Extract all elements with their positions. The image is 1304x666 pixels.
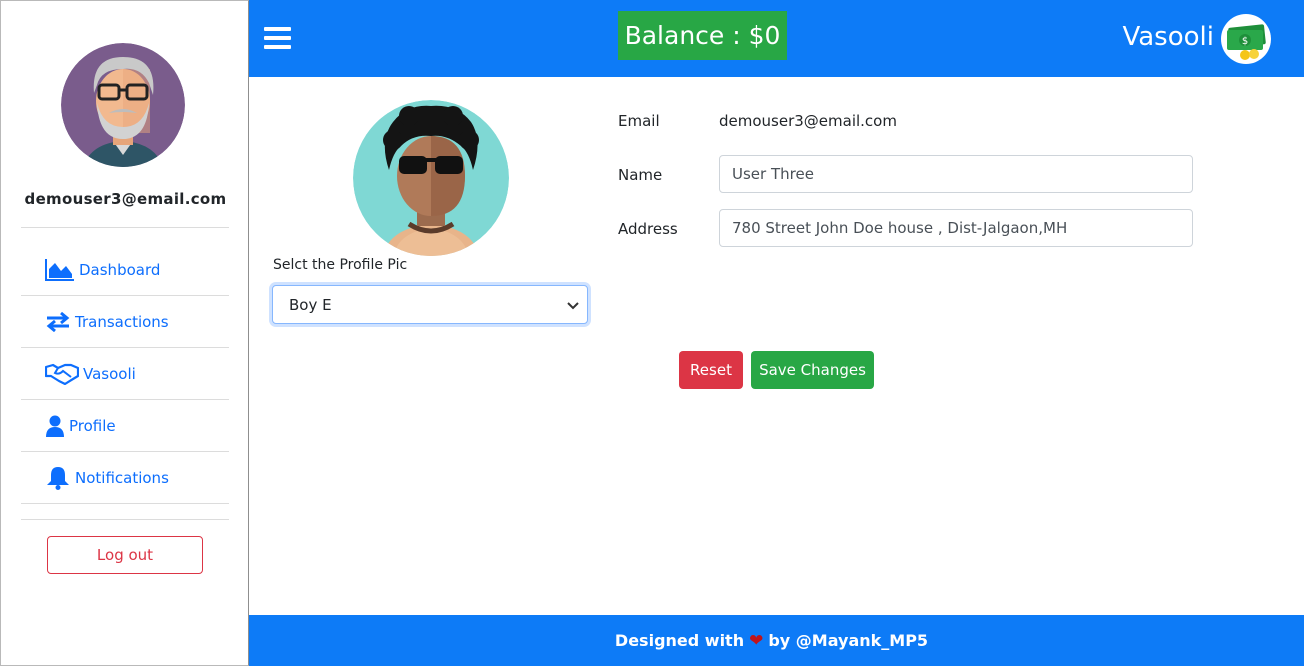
handshake-icon: [45, 363, 79, 385]
sidebar-divider: [21, 519, 229, 520]
balance-badge: Balance : $0: [618, 11, 787, 60]
address-label: Address: [618, 220, 678, 238]
avatar: [61, 43, 185, 167]
top-navbar: Balance : $0 Vasooli $: [249, 0, 1304, 77]
menu-toggle-icon[interactable]: [264, 27, 291, 51]
sidebar-item-label: Dashboard: [79, 260, 161, 279]
profile-pic-selected: Boy E: [289, 295, 332, 314]
footer: Designed with ❤ by @Mayank_MP5: [249, 615, 1304, 666]
email-value: demouser3@email.com: [719, 112, 897, 130]
footer-credit: by @Mayank_MP5: [768, 631, 929, 650]
sidebar-divider: [21, 227, 229, 228]
svg-text:$: $: [1242, 36, 1248, 47]
save-changes-button[interactable]: Save Changes: [751, 351, 874, 389]
app-root: demouser3@email.com Dashboard Transactio…: [0, 0, 1304, 666]
brand-name: Vasooli: [1122, 22, 1214, 52]
sidebar-item-transactions[interactable]: Transactions: [21, 296, 229, 348]
money-logo-icon: $: [1221, 14, 1271, 64]
logout-button[interactable]: Log out: [47, 536, 203, 574]
profile-pic-label: Selct the Profile Pic: [273, 257, 408, 273]
profile-picture: [353, 100, 509, 256]
address-field[interactable]: [719, 209, 1193, 247]
sidebar: demouser3@email.com Dashboard Transactio…: [0, 0, 249, 666]
chevron-down-icon: [567, 296, 579, 314]
sidebar-item-label: Vasooli: [83, 364, 136, 383]
sidebar-item-label: Profile: [69, 416, 116, 435]
email-label: Email: [618, 112, 660, 130]
name-field[interactable]: [719, 155, 1193, 193]
heart-icon: ❤: [749, 630, 764, 651]
exchange-arrows-icon: [45, 311, 71, 332]
sidebar-item-dashboard[interactable]: Dashboard: [21, 244, 229, 296]
bell-icon: [45, 466, 71, 490]
footer-prefix: Designed with: [614, 631, 745, 650]
user-email: demouser3@email.com: [24, 190, 227, 208]
reset-button[interactable]: Reset: [679, 351, 743, 389]
sidebar-item-label: Transactions: [75, 312, 169, 331]
sidebar-item-profile[interactable]: Profile: [21, 400, 229, 452]
sidebar-item-vasooli[interactable]: Vasooli: [21, 348, 229, 400]
profile-pic-select[interactable]: Boy E: [272, 285, 588, 324]
user-icon: [45, 415, 65, 437]
chart-area-icon: [45, 258, 75, 281]
name-label: Name: [618, 166, 663, 184]
sidebar-item-label: Notifications: [75, 468, 169, 487]
sidebar-item-notifications[interactable]: Notifications: [21, 452, 229, 504]
